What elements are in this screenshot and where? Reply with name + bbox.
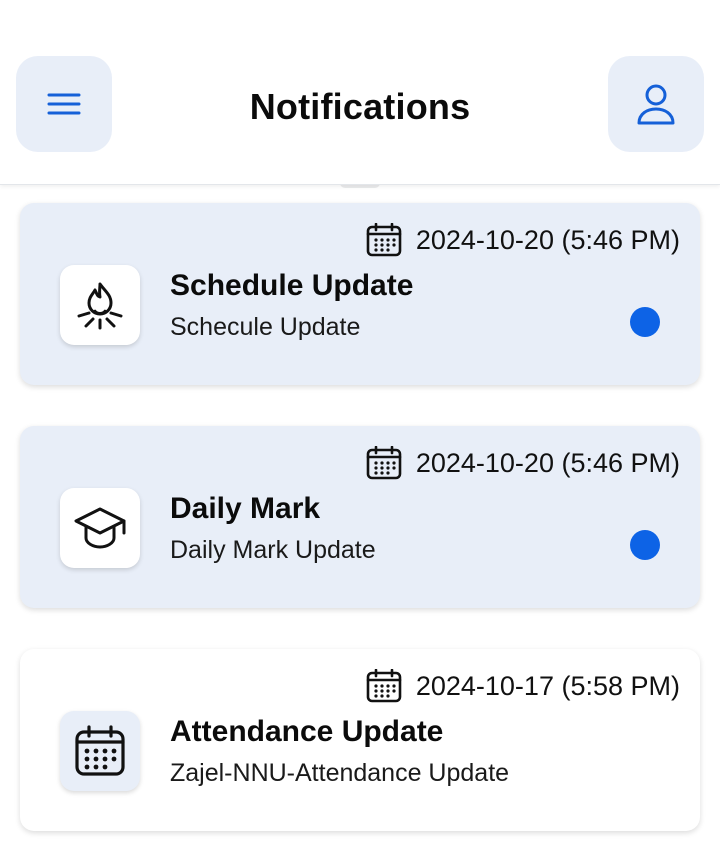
notification-subtitle: Daily Mark Update: [170, 536, 376, 564]
notification-icon-box: [60, 711, 140, 791]
notification-icon-box: [60, 265, 140, 345]
notification-date: 2024-10-20 (5:46 PM): [366, 446, 680, 480]
notification-title: Attendance Update: [170, 715, 444, 748]
unread-indicator: [630, 530, 660, 560]
notification-date: 2024-10-17 (5:58 PM): [366, 669, 680, 703]
calendar-small-icon: [366, 446, 402, 480]
calendar-small-icon: [366, 223, 402, 257]
notification-list[interactable]: 2024-10-20 (5:46 PM) Schedule Update Sch…: [0, 185, 720, 867]
notification-card[interactable]: 2024-10-20 (5:46 PM) Schedule Update Sch…: [20, 203, 700, 385]
notification-title: Daily Mark: [170, 492, 321, 525]
notification-subtitle: Zajel-NNU-Attendance Update: [170, 759, 510, 787]
app-header: Notifications: [0, 0, 720, 185]
unread-indicator: [630, 307, 660, 337]
campfire-icon: [77, 282, 123, 330]
calendar-icon: [75, 725, 125, 776]
notification-title: Schedule Update: [170, 269, 414, 302]
notification-subtitle: Schecule Update: [170, 313, 361, 341]
notification-date: 2024-10-20 (5:46 PM): [366, 223, 680, 257]
notification-date-text: 2024-10-17 (5:58 PM): [415, 670, 680, 701]
notification-date-text: 2024-10-20 (5:46 PM): [415, 447, 680, 478]
notification-card[interactable]: 2024-10-17 (5:58 PM) Attendance Update Z…: [20, 649, 700, 831]
calendar-small-icon: [366, 669, 402, 703]
user-profile-icon: [637, 84, 675, 125]
profile-button[interactable]: [608, 56, 704, 152]
graduation-cap-icon: [74, 507, 126, 549]
notification-card[interactable]: 2024-10-20 (5:46 PM) Daily Mark Daily Ma…: [20, 426, 700, 608]
notification-date-text: 2024-10-20 (5:46 PM): [415, 224, 680, 255]
notification-icon-box: [60, 488, 140, 568]
